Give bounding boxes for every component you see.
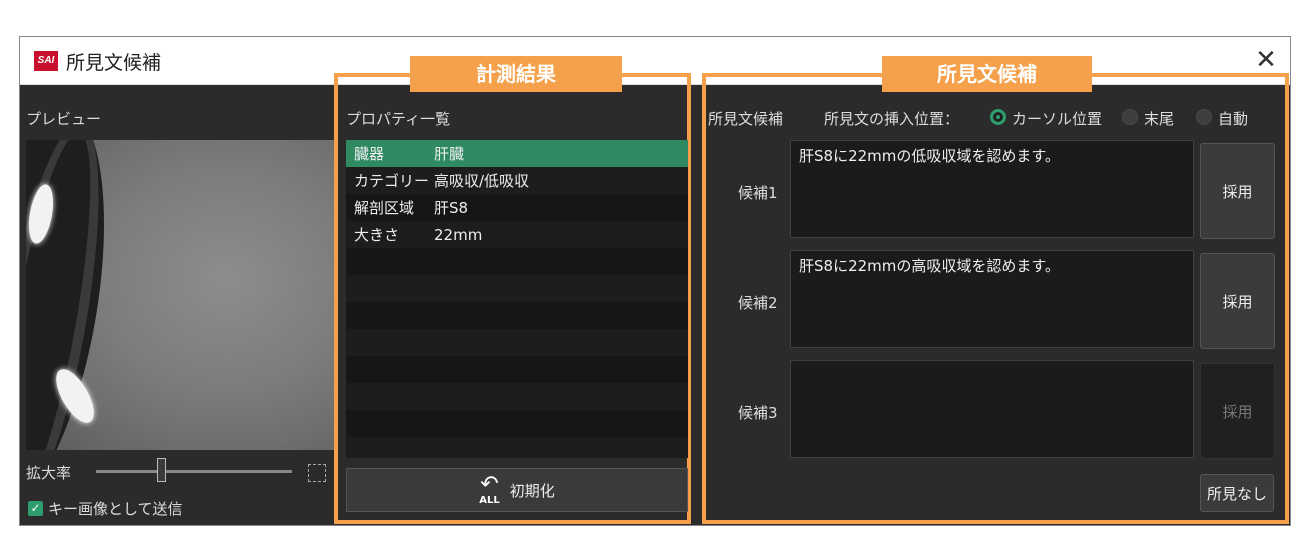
window-title: 所見文候補 [66, 52, 162, 74]
property-value: 肝臓 [434, 145, 465, 163]
zoom-slider-thumb[interactable] [156, 458, 166, 482]
candidate-text-box[interactable]: 肝S8に22mmの低吸収域を認めます。 [790, 140, 1194, 238]
property-row[interactable]: カテゴリー 高吸収/低吸収 [346, 167, 688, 194]
app-logo: SAI [34, 51, 58, 71]
no-findings-button[interactable]: 所見なし [1200, 474, 1274, 512]
measurement-tab-label: 計測結果 [410, 56, 622, 92]
candidates-header-label: 所見文候補 [708, 110, 784, 128]
property-value: 肝S8 [434, 199, 469, 217]
property-row[interactable]: 大きさ 22mm [346, 221, 688, 248]
send-key-image-checkbox[interactable]: ✓ [28, 501, 43, 516]
radio-auto[interactable] [1196, 109, 1212, 125]
property-row[interactable]: 臓器 肝臓 [346, 140, 688, 167]
candidate-text-box[interactable]: 肝S8に22mmの高吸収域を認めます。 [790, 250, 1194, 348]
ct-preview-image [26, 140, 334, 450]
property-list: 臓器 肝臓 カテゴリー 高吸収/低吸収 解剖区域 肝S8 大きさ 22mm [346, 140, 688, 458]
fit-to-window-icon[interactable] [308, 464, 326, 482]
radio-cursor-position-label: カーソル位置 [1012, 110, 1103, 128]
candidates-tab-label: 所見文候補 [882, 56, 1092, 92]
property-key: カテゴリー [354, 172, 430, 190]
radio-auto-label: 自動 [1218, 110, 1249, 128]
property-key: 大きさ [354, 226, 400, 244]
adopt-button[interactable]: 採用 [1200, 363, 1275, 459]
zoom-label: 拡大率 [26, 464, 72, 482]
property-value: 高吸収/低吸収 [434, 172, 530, 190]
property-row[interactable]: 解剖区域 肝S8 [346, 194, 688, 221]
property-key: 解剖区域 [354, 199, 415, 217]
radio-end[interactable] [1122, 109, 1138, 125]
property-value: 22mm [434, 225, 483, 244]
adopt-button[interactable]: 採用 [1200, 143, 1275, 239]
candidate-text-box[interactable] [790, 360, 1194, 458]
adopt-button[interactable]: 採用 [1200, 253, 1275, 349]
radio-cursor-position[interactable] [990, 109, 1006, 125]
reset-label: 初期化 [509, 481, 555, 500]
reset-button[interactable]: ↶ ALL 初期化 [346, 468, 688, 512]
candidate-label: 候補2 [738, 294, 778, 312]
property-list-title: プロパティ一覧 [346, 110, 451, 128]
insert-position-label: 所見文の挿入位置： [824, 110, 960, 128]
send-key-image-label: キー画像として送信 [48, 500, 183, 518]
zoom-slider-track[interactable] [96, 470, 292, 473]
radio-end-label: 末尾 [1144, 110, 1175, 128]
preview-label: プレビュー [26, 110, 102, 128]
property-key: 臓器 [354, 145, 385, 163]
candidate-label: 候補1 [738, 184, 778, 202]
undo-all-icon: ↶ ALL [479, 472, 500, 506]
candidate-label: 候補3 [738, 404, 778, 422]
